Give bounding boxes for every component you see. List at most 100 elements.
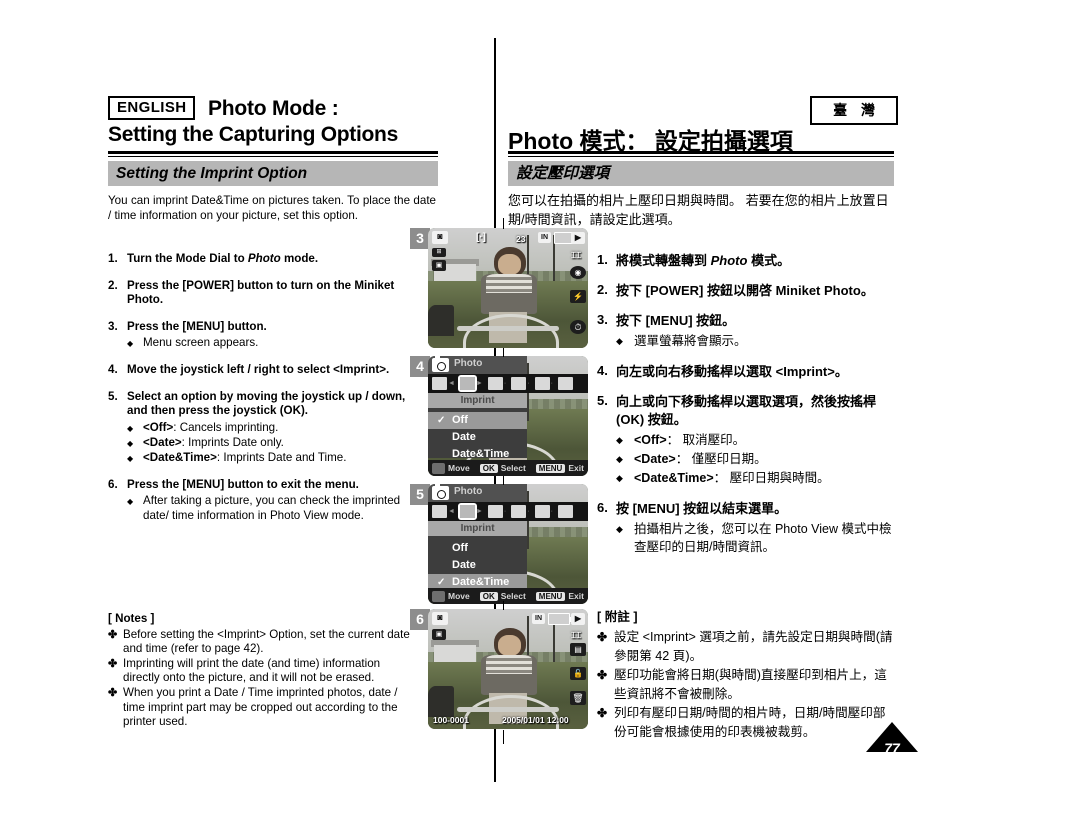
note-text: 列印有壓印日期/時間的相片時，日期/時間壓印部份可能會根據使用的印表機被裁剪。 xyxy=(614,706,886,739)
joystick-icon xyxy=(432,462,445,474)
step-body: 將模式轉盤轉到 Photo 模式。 xyxy=(616,252,897,270)
step-text: Turn the Mode Dial to Photo mode. xyxy=(127,252,319,265)
bullet-marker-icon: ◆ xyxy=(127,339,134,348)
shots-remaining: 23 xyxy=(516,234,526,244)
step-item: 3. Press the [MENU] button. ◆ Menu screen a… xyxy=(108,320,420,352)
step-body: 按下 [POWER] 按鈕以開啓 Miniket Photo。 xyxy=(616,282,897,300)
bullet-term: <Date&Time> xyxy=(634,471,714,485)
section-bar-english: Setting the Imprint Option xyxy=(108,161,438,186)
bullet-item: ◆ <Off>: Cancels imprinting. xyxy=(127,421,420,436)
notes-title: [ 附註 ] xyxy=(597,610,638,624)
step-bullets: ◆ <Off>： 取消壓印。 ◆ <Date>： 僅壓印日期。 ◆ <Date&Time>… xyxy=(616,431,897,488)
no-flash-icon: ⚡ xyxy=(570,290,586,303)
region-badge: 臺 灣 xyxy=(810,96,898,125)
menu-option-date[interactable]: Date xyxy=(428,557,527,574)
menu-option-label: Off xyxy=(452,542,468,554)
play-icon: ▶ xyxy=(571,613,585,625)
bullet-item: ◆ Menu screen appears. xyxy=(127,336,420,351)
note-marker-icon: ✤ xyxy=(108,657,118,670)
menu-option-label: Date xyxy=(452,559,476,571)
note-item: ✤ 列印有壓印日期/時間的相片時，日期/時間壓印部份可能會根據使用的印表機被裁剪。 xyxy=(597,704,897,742)
menu-icon-size[interactable] xyxy=(557,505,573,518)
red-eye-icon: ◉ xyxy=(570,266,586,279)
leader-tick xyxy=(503,730,504,744)
step-bullets: ◆ 拍攝相片之後，您可以在 Photo View 模式中檢查壓印的日期/時間資訊。 xyxy=(616,520,897,556)
focus-bracket-icon: [·] xyxy=(476,232,486,243)
step-item: 4. 向左或向右移動搖桿以選取 <Imprint>。 xyxy=(597,363,897,381)
bullet-item: ◆ <Date>： 僅壓印日期。 xyxy=(616,450,897,469)
section-bar-chinese: 設定壓印選項 xyxy=(508,161,894,186)
joystick-icon xyxy=(432,590,445,602)
notes-title: [ Notes ] xyxy=(108,612,155,625)
menu-option-date[interactable]: Date xyxy=(428,429,527,446)
bullet-item: ◆ <Date&Time>： 壓印日期與時間。 xyxy=(616,469,897,488)
submenu-title: Imprint xyxy=(428,521,528,536)
step-body: Press the [POWER] button to turn on the … xyxy=(127,279,420,308)
section-title-chinese: 設定壓印選項 xyxy=(516,165,610,182)
bullet-item: ◆ <Off>： 取消壓印。 xyxy=(616,431,897,450)
camera-mode-icon: ◙ xyxy=(432,612,448,625)
bullet-marker-icon: ◆ xyxy=(127,423,134,433)
bullet-text: 拍攝相片之後，您可以在 Photo View 模式中檢查壓印的日期/時間資訊。 xyxy=(634,522,892,554)
bullet-marker-icon: ◆ xyxy=(616,336,623,346)
menu-icon-quality[interactable] xyxy=(534,377,550,390)
menu-icon-type[interactable] xyxy=(487,377,503,390)
steps-list-english: 1. Turn the Mode Dial to Photo mode. 2. Pre… xyxy=(108,252,420,535)
menu-option-off[interactable]: Off xyxy=(428,540,527,557)
language-badge: ENGLISH xyxy=(108,96,196,120)
menu-icon-imprint[interactable] xyxy=(457,503,477,520)
page-title-line2: Setting the Capturing Options xyxy=(108,123,398,146)
menu-icon-size[interactable] xyxy=(557,377,573,390)
note-item: ✤ When you print a Date / Time imprinted … xyxy=(108,686,420,730)
step-number: 2. xyxy=(108,278,118,292)
bullet-term: <Date> xyxy=(143,435,182,449)
step-body: Press the [MENU] button. ◆ Menu screen app… xyxy=(127,320,420,352)
step-text: Select an option by moving the joystick … xyxy=(127,389,406,418)
step-item: 3. 按下 [MENU] 按鈕。 ◆ 選單螢幕將會顯示。 xyxy=(597,312,897,351)
menu-icon-white-balance[interactable] xyxy=(511,505,527,518)
step-item: 2. 按下 [POWER] 按鈕以開啓 Miniket Photo。 xyxy=(597,282,897,300)
menu-option-off[interactable]: ✓ Off xyxy=(428,412,528,429)
step-number: 6. xyxy=(108,477,118,491)
section-title-english: Setting the Imprint Option xyxy=(116,165,308,182)
menu-icon-scene[interactable] xyxy=(432,505,447,518)
step-item: 5. Select an option by moving the joystic… xyxy=(108,390,420,466)
step-bullets: ◆ <Off>: Cancels imprinting. ◆ <Date>: Impr… xyxy=(127,421,420,466)
exposure-icon: ⊞ xyxy=(432,248,446,257)
step-item: 1. Turn the Mode Dial to Photo mode. xyxy=(108,252,420,267)
menu-key[interactable]: MENU xyxy=(535,591,566,601)
menu-icon-row[interactable]: ◄ ► · · · xyxy=(428,502,588,521)
menu-icon-row[interactable]: ◄ ► · · · xyxy=(428,374,588,393)
option-list[interactable]: ✓ Off Date Date&Time xyxy=(428,408,528,460)
emphasised-term: Photo xyxy=(247,252,281,265)
menu-icon-quality[interactable] xyxy=(534,505,550,518)
bullet-text: 選單螢幕將會顯示。 xyxy=(634,334,747,348)
ok-key[interactable]: OK xyxy=(479,463,498,473)
osd-overlay: ◙ ⊞ ▣ [·] 23 IN ▶ ⌶⌶ ◉ ⚡ ⏱ xyxy=(428,228,588,348)
step-item: 6. 按 [MENU] 按鈕以結束選單。 ◆ 拍攝相片之後，您可以在 Photo Vi… xyxy=(597,500,897,556)
step-number: 3. xyxy=(597,312,608,327)
step-number: 1. xyxy=(597,252,608,267)
lcd-menu-imprint-datetime: Photo ◄ ► · · · Imprint Off Date ✓ Date&Tim… xyxy=(428,484,588,604)
menu-icon-imprint[interactable] xyxy=(457,375,477,392)
ok-key[interactable]: OK xyxy=(479,591,498,601)
step-item: 1. 將模式轉盤轉到 Photo 模式。 xyxy=(597,252,897,270)
intro-paragraph-chinese: 您可以在拍攝的相片上壓印日期與時間。 若要在您的相片上放置日期/時間資訊，請設定… xyxy=(508,193,889,227)
option-list[interactable]: Off Date ✓ Date&Time xyxy=(428,536,528,591)
menu-key[interactable]: MENU xyxy=(535,463,566,473)
multi-view-icon: ▤ xyxy=(570,643,586,656)
bullet-text: <Off>: Cancels imprinting. xyxy=(143,420,279,434)
leader-tick xyxy=(503,601,504,610)
ok-label: Select xyxy=(500,591,526,601)
delete-icon: 🗑 xyxy=(570,691,586,705)
notes-block-english: [ Notes ] ✤ Before setting the <Imprint> O… xyxy=(108,612,420,730)
quality-icon: ▣ xyxy=(432,629,446,640)
note-text: Imprinting will print the date (and time… xyxy=(123,656,381,685)
menu-icon-type[interactable] xyxy=(487,505,503,518)
notes-block-chinese: [ 附註 ] ✤ 設定 <Imprint> 選項之前，請先設定日期與時間(請參閱第 … xyxy=(597,608,897,742)
step-number: 5. xyxy=(108,389,118,403)
menu-icon-scene[interactable] xyxy=(432,377,447,390)
quality-icon: ▣ xyxy=(432,260,446,271)
bullet-item: ◆ 選單螢幕將會顯示。 xyxy=(616,332,897,351)
menu-icon-white-balance[interactable] xyxy=(511,377,527,390)
